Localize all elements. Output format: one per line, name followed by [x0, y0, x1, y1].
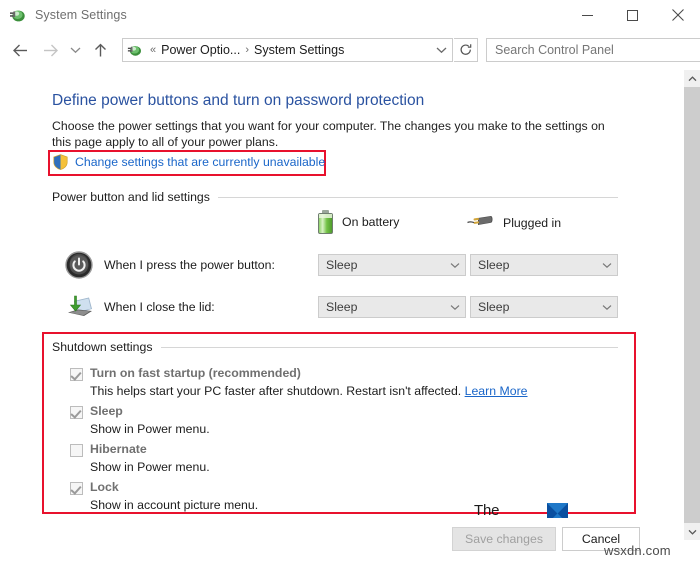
- power-section-heading-label: Power button and lid settings: [52, 190, 210, 204]
- content-panel: Define power buttons and turn on passwor…: [0, 70, 678, 518]
- breadcrumb-item-power-options[interactable]: Power Optio...: [159, 42, 242, 58]
- breadcrumb-separator-icon: ›: [245, 44, 249, 56]
- search-input[interactable]: [493, 42, 700, 58]
- scroll-down-arrow-icon[interactable]: [684, 523, 700, 540]
- recent-locations-button[interactable]: [65, 35, 85, 65]
- power-plug-icon: [466, 213, 494, 233]
- shutdown-section-heading: Shutdown settings: [52, 340, 618, 354]
- setting-row-power-button: When I press the power button: Sleep Sle…: [0, 250, 678, 284]
- checkbox-hibernate-label: Hibernate: [90, 442, 147, 456]
- chevron-down-icon: [445, 304, 465, 311]
- checkbox-sleep-label: Sleep: [90, 404, 123, 418]
- combo-close-lid-plugged-in[interactable]: Sleep: [470, 296, 618, 318]
- checkbox-item-fast-startup: Turn on fast startup (recommended) This …: [0, 366, 600, 402]
- column-header-on-battery: On battery: [318, 210, 399, 234]
- windowsclub-logo-line1: The: [474, 502, 500, 518]
- setting-label-close-lid: When I close the lid:: [104, 300, 215, 314]
- chevron-down-icon: [597, 262, 617, 269]
- address-bar[interactable]: « Power Optio... › System Settings: [122, 38, 453, 62]
- title-bar: System Settings: [0, 0, 700, 30]
- column-header-plugged-in-label: Plugged in: [503, 216, 562, 230]
- combo-close-lid-on-battery[interactable]: Sleep: [318, 296, 466, 318]
- minimize-button[interactable]: [565, 0, 610, 30]
- uac-shield-icon: [53, 154, 68, 170]
- vertical-scrollbar[interactable]: [683, 70, 700, 540]
- windowsclub-mark-icon: [547, 503, 568, 518]
- page-description: Choose the power settings that you want …: [52, 119, 605, 149]
- scrollbar-thumb[interactable]: [684, 87, 700, 523]
- setting-label-power-button: When I press the power button:: [104, 258, 275, 272]
- close-button[interactable]: [655, 0, 700, 30]
- back-button[interactable]: [7, 35, 33, 65]
- checkbox-item-hibernate: Hibernate Show in Power menu.: [0, 442, 600, 478]
- checkbox-hibernate-description: Show in Power menu.: [90, 460, 210, 474]
- battery-icon: [318, 210, 333, 234]
- checkbox-hibernate[interactable]: [70, 444, 83, 457]
- windowsclub-logo: The WindowsClub: [474, 502, 582, 518]
- power-section-rule: [217, 196, 618, 198]
- caption-button-group: [565, 0, 700, 30]
- site-watermark: wsxdn.com: [604, 543, 671, 558]
- breadcrumb-item-system-settings[interactable]: System Settings: [252, 42, 346, 58]
- checkbox-fast-startup-description: This helps start your PC faster after sh…: [90, 384, 528, 398]
- system-settings-window: System Settings « Power Optio... › Syste…: [0, 0, 700, 562]
- combo-power-button-plugged-in-value: Sleep: [478, 258, 510, 272]
- power-button-icon: [64, 250, 94, 280]
- change-settings-link-row[interactable]: Change settings that are currently unava…: [53, 154, 325, 170]
- combo-close-lid-plugged-in-value: Sleep: [478, 300, 510, 314]
- window-title: System Settings: [35, 8, 127, 22]
- checkbox-fast-startup-label: Turn on fast startup (recommended): [90, 366, 301, 380]
- checkbox-item-sleep: Sleep Show in Power menu.: [0, 404, 600, 440]
- column-header-plugged-in: Plugged in: [466, 213, 561, 233]
- refresh-button[interactable]: [454, 38, 478, 62]
- search-box[interactable]: [486, 38, 700, 62]
- scroll-up-arrow-icon[interactable]: [684, 70, 700, 87]
- breadcrumb: « Power Optio... › System Settings: [147, 42, 430, 58]
- shutdown-section-rule: [160, 346, 618, 348]
- setting-row-close-lid: When I close the lid: Sleep Sleep: [0, 292, 678, 326]
- combo-close-lid-on-battery-value: Sleep: [326, 300, 358, 314]
- fast-startup-description-text: This helps start your PC faster after sh…: [90, 384, 462, 398]
- forward-button[interactable]: [37, 35, 63, 65]
- checkbox-lock-label: Lock: [90, 480, 119, 494]
- chevron-down-icon: [445, 262, 465, 269]
- footer-bar: Save changes Cancel: [0, 518, 678, 562]
- change-settings-link[interactable]: Change settings that are currently unava…: [75, 155, 325, 169]
- checkbox-sleep-description: Show in Power menu.: [90, 422, 210, 436]
- combo-power-button-on-battery[interactable]: Sleep: [318, 254, 466, 276]
- checkbox-fast-startup[interactable]: [70, 368, 83, 381]
- power-options-icon: [9, 6, 27, 24]
- chevron-down-icon: [597, 304, 617, 311]
- maximize-button[interactable]: [610, 0, 655, 30]
- navigation-bar: « Power Optio... › System Settings: [0, 30, 700, 70]
- column-headers: On battery Plugged in: [0, 210, 678, 238]
- learn-more-link[interactable]: Learn More: [465, 384, 528, 398]
- save-changes-button[interactable]: Save changes: [452, 527, 556, 551]
- address-power-options-icon: [127, 42, 143, 58]
- column-header-on-battery-label: On battery: [342, 215, 400, 229]
- combo-power-button-on-battery-value: Sleep: [326, 258, 358, 272]
- checkbox-lock[interactable]: [70, 482, 83, 495]
- combo-power-button-plugged-in[interactable]: Sleep: [470, 254, 618, 276]
- breadcrumb-overflow[interactable]: «: [147, 44, 159, 56]
- power-section-heading: Power button and lid settings: [52, 190, 618, 204]
- up-button[interactable]: [87, 35, 113, 65]
- laptop-lid-icon: [64, 292, 94, 322]
- shutdown-section-heading-label: Shutdown settings: [52, 340, 153, 354]
- checkbox-lock-description: Show in account picture menu.: [90, 498, 259, 512]
- checkbox-sleep[interactable]: [70, 406, 83, 419]
- chevron-down-icon[interactable]: [430, 39, 452, 61]
- page-title: Define power buttons and turn on passwor…: [52, 92, 425, 109]
